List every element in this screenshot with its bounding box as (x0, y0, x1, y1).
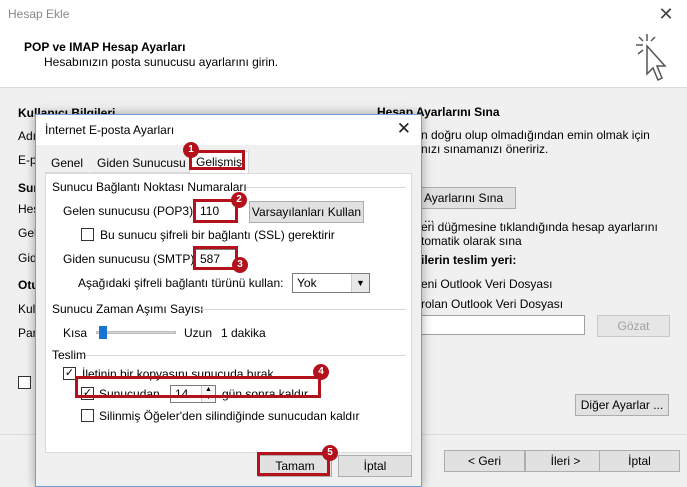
tab-outgoing-server[interactable]: Giden Sunucusu (91, 153, 192, 173)
chevron-down-icon: ▼ (351, 274, 369, 292)
cursor-click-icon (636, 34, 667, 82)
timeout-group-label: Sunucu Zaman Aşımı Sayısı (52, 302, 204, 316)
delivery-group-line (86, 355, 406, 356)
page-title: POP ve IMAP Hesap Ayarları (24, 40, 186, 54)
dialog-titlebar: İnternet E-posta Ayarları ✕ (36, 115, 421, 145)
timeout-slider-track[interactable] (96, 331, 176, 334)
wizard-header: POP ve IMAP Hesap Ayarları Hesabınızın p… (0, 30, 687, 88)
close-icon[interactable]: ✕ (655, 3, 677, 25)
timeout-long-label: Uzun (184, 326, 213, 340)
auto-test-info-2: tomatik olarak sına (421, 234, 522, 248)
wizard-cancel-button[interactable]: İptal (599, 450, 680, 472)
ssl-checkbox[interactable] (81, 228, 94, 241)
username-label: Kul (18, 302, 36, 316)
ssl-label: Bu sunucu şifreli bir bağlantı (SSL) ger… (100, 228, 335, 242)
next-button[interactable]: İleri > (525, 450, 606, 472)
outgoing-port-label: Giden sunucusu (SMTP): (63, 252, 198, 266)
outgoing-server-label: Gid (18, 251, 37, 265)
remove-deleted-label: Silinmiş Öğeler'den silindiğinde sunucud… (99, 409, 360, 423)
delivery-group-label: Teslim (52, 348, 87, 362)
use-defaults-button[interactable]: Varsayılanları Kullan (249, 201, 364, 223)
name-label: Adı (18, 129, 37, 143)
timeout-value: 1 dakika (221, 326, 266, 340)
test-settings-desc-1: n doğru olup olmadığından emin olmak içi… (421, 128, 650, 142)
timeout-group-line (201, 309, 406, 310)
existing-data-file-option[interactable]: rolan Outlook Veri Dosyası (421, 297, 563, 311)
page-subtitle: Hesabınızın posta sunucusu ayarlarını gi… (44, 55, 279, 69)
window-titlebar: Hesap Ekle ✕ (0, 0, 687, 30)
deliver-to-label: ilerin teslim yeri: (421, 253, 517, 267)
highlight-remove-after (75, 376, 321, 398)
dialog-title: İnternet E-posta Ayarları (45, 123, 175, 137)
incoming-server-label: Gel (18, 226, 37, 240)
highlight-ok-button (257, 452, 330, 476)
browse-button[interactable]: Gözat (597, 315, 670, 337)
data-file-path-input[interactable] (421, 315, 585, 335)
back-button[interactable]: < Geri (444, 450, 525, 472)
step-badge-4: 4 (313, 364, 329, 380)
dialog-cancel-button[interactable]: İptal (338, 455, 412, 477)
remove-deleted-checkbox[interactable] (81, 409, 94, 422)
timeout-slider-thumb[interactable] (99, 326, 107, 339)
test-settings-desc-2: nızı sınamanızı öneririz. (421, 142, 549, 156)
email-label: E-p (18, 153, 37, 167)
encryption-type-label: Aşağıdaki şifreli bağlantı türünü kullan… (78, 276, 284, 290)
encryption-type-select[interactable]: Yok ▼ (292, 273, 370, 293)
incoming-port-label: Gelen sunucusu (POP3): (63, 204, 197, 218)
ports-group-line (246, 187, 406, 188)
step-badge-3: 3 (232, 257, 248, 273)
dialog-close-icon[interactable]: ✕ (397, 119, 411, 139)
test-account-settings-button[interactable]: Ayarlarını Sına ... (421, 187, 516, 225)
new-data-file-option[interactable]: eni Outlook Veri Dosyası (421, 277, 552, 291)
window-title: Hesap Ekle (8, 7, 70, 21)
step-badge-5: 5 (322, 445, 338, 461)
timeout-short-label: Kısa (63, 326, 88, 340)
encryption-type-value: Yok (297, 276, 317, 290)
ports-group-label: Sunucu Bağlantı Noktası Numaraları (52, 180, 247, 194)
auto-test-info-1: eri düğmesine tıklandığında hesap ayarla… (421, 220, 658, 234)
password-label: Par (18, 326, 37, 340)
step-badge-2: 2 (231, 192, 247, 208)
tab-general[interactable]: Genel (45, 153, 90, 173)
remember-password-checkbox[interactable] (18, 376, 31, 389)
step-badge-1: 1 (183, 142, 199, 158)
more-settings-button[interactable]: Diğer Ayarlar ... (575, 394, 669, 416)
